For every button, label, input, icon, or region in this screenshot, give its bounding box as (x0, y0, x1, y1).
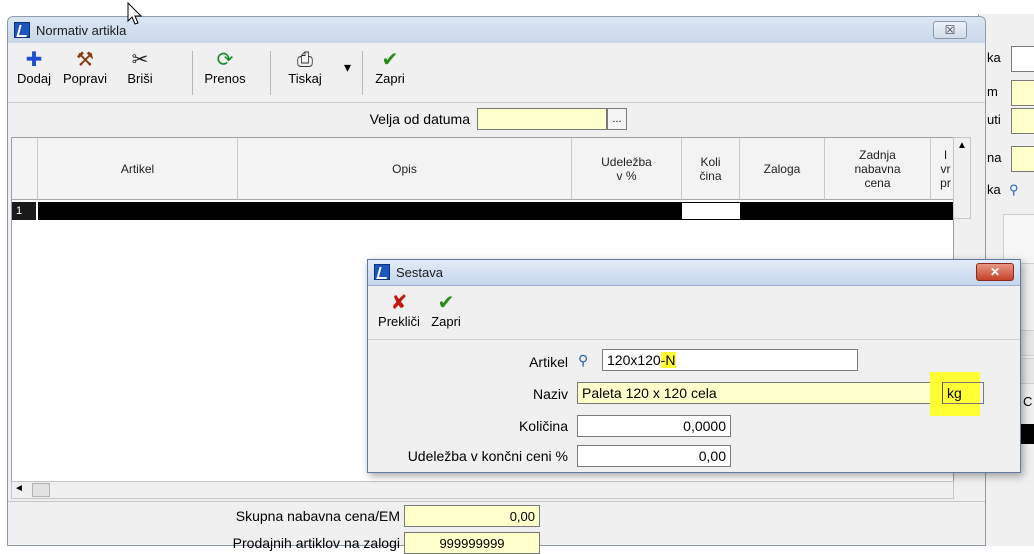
tiskaj-dropdown-icon[interactable]: ▾ (344, 59, 351, 76)
main-window-title: Normativ artikla (36, 23, 127, 38)
row-number[interactable]: 1 (12, 202, 36, 220)
table-row[interactable] (38, 202, 682, 220)
date-label: Velja od datuma (369, 111, 470, 127)
naziv-label: Naziv (532, 386, 568, 402)
bg-search-icon[interactable]: ⚲ (1009, 182, 1019, 198)
prenos-button[interactable]: ⟳ Prenos (198, 49, 252, 86)
column-header-artikel[interactable]: Artikel (38, 138, 238, 200)
toolbar-separator (362, 51, 363, 95)
main-close-button[interactable]: ☒ (933, 21, 967, 39)
zapri-label: Zapri (375, 71, 405, 86)
plus-icon: ✚ (25, 49, 43, 71)
artikel-value-suffix: -N (660, 352, 676, 368)
toolbar-separator (192, 51, 193, 95)
column-header-opis[interactable]: Opis (238, 138, 572, 200)
date-picker-button[interactable]: ... (607, 108, 627, 130)
printer-icon: ⎙ (297, 49, 313, 71)
naziv-input[interactable]: Paleta 120 x 120 cela (577, 382, 941, 404)
preklici-button[interactable]: ✘ Prekliči (374, 292, 424, 329)
dodaj-button[interactable]: ✚ Dodaj (14, 49, 54, 86)
horizontal-scrollbar[interactable]: ◄ (11, 481, 954, 499)
prenos-label: Prenos (204, 71, 246, 86)
bg-field-4[interactable] (1011, 146, 1034, 172)
brisi-button[interactable]: ✂ Briši (120, 49, 160, 86)
dialog-toolbar: ✘ Prekliči ✔ Zapri (368, 286, 1020, 340)
bg-label-2: m (987, 84, 998, 99)
bg-field-2[interactable] (1011, 80, 1034, 106)
app-icon (14, 22, 30, 38)
bg-label-5: ka (987, 182, 1001, 197)
dialog-zapri-button[interactable]: ✔ Zapri (426, 292, 466, 329)
table-row-tail[interactable] (740, 202, 953, 220)
preklici-label: Prekliči (378, 314, 420, 329)
cancel-x-icon: ✘ (390, 292, 408, 314)
kolicina-label: Količina (518, 418, 568, 434)
bg-label-c: C (1023, 394, 1033, 409)
udelezba-label: Udeležba v končni ceni % (407, 448, 568, 464)
artikel-value: 120x120 (607, 352, 661, 368)
popravi-label: Popravi (62, 71, 108, 86)
scroll-up-icon[interactable]: ▲ (954, 138, 970, 154)
unit-input[interactable]: kg (942, 382, 984, 404)
tiskaj-label: Tiskaj (288, 71, 322, 86)
search-icon[interactable]: ⚲ (578, 352, 588, 369)
bg-label-3: uti (987, 112, 1001, 127)
bg-label-1: ka (987, 50, 1001, 65)
total-label: Skupna nabavna cena/EM (235, 508, 400, 524)
popravi-button[interactable]: ⚒ Popravi (58, 49, 112, 86)
total-value: 0,00 (404, 505, 540, 527)
tiskaj-button[interactable]: ⎙ Tiskaj (280, 49, 330, 86)
column-header-kolicina[interactable]: Koli čina (682, 138, 740, 200)
transfer-icon: ⟳ (216, 49, 234, 71)
date-row: Velja od datuma ... (8, 104, 985, 134)
stock-label: Prodajnih artiklov na zalogi (232, 535, 400, 551)
column-header-zaloga[interactable]: Zaloga (740, 138, 825, 200)
mouse-cursor-icon (127, 2, 143, 25)
bg-field-3[interactable] (1011, 108, 1034, 134)
table-cell-kolicina[interactable] (682, 202, 740, 220)
hammer-icon: ⚒ (76, 49, 94, 71)
column-header-udelezba[interactable]: Udeležba v % (572, 138, 682, 200)
stock-value: 999999999 (404, 532, 540, 554)
bg-field-1[interactable] (1011, 46, 1034, 72)
bg-panel (1003, 214, 1034, 264)
scissors-icon: ✂ (131, 49, 149, 71)
sestava-dialog: Sestava ✕ ✘ Prekliči ✔ Zapri Artikel ⚲ 1… (367, 259, 1021, 473)
udelezba-input[interactable]: 0,00 (577, 445, 731, 467)
vertical-scrollbar[interactable]: ▲ (953, 137, 971, 219)
kolicina-input[interactable]: 0,0000 (577, 415, 731, 437)
main-toolbar: ✚ Dodaj ⚒ Popravi ✂ Briši ⟳ Prenos ⎙ Tis… (8, 43, 985, 103)
checkmark-icon: ✔ (381, 49, 399, 71)
dialog-close-button[interactable]: ✕ (976, 263, 1014, 281)
toolbar-separator (270, 51, 271, 95)
main-titlebar[interactable]: Normativ artikla ☒ (8, 17, 985, 43)
dialog-title: Sestava (396, 265, 443, 280)
dialog-zapri-label: Zapri (431, 314, 461, 329)
footer-panel: Skupna nabavna cena/EM 0,00 Prodajnih ar… (8, 501, 985, 554)
column-header-vrednost[interactable]: I vr pr (931, 138, 953, 200)
checkmark-icon: ✔ (437, 292, 455, 314)
scroll-left-icon[interactable]: ◄ (14, 483, 24, 494)
column-header-zadnja-nabavna-cena[interactable]: Zadnja nabavna cena (825, 138, 931, 200)
zapri-button[interactable]: ✔ Zapri (368, 49, 412, 86)
brisi-label: Briši (127, 71, 153, 86)
grid-corner (12, 138, 38, 200)
artikel-input[interactable]: 120x120-N (602, 349, 858, 371)
dialog-app-icon (374, 264, 390, 280)
scroll-thumb[interactable] (32, 483, 50, 497)
date-input[interactable] (477, 108, 607, 130)
dodaj-label: Dodaj (17, 71, 51, 86)
artikel-label: Artikel (529, 354, 568, 370)
dialog-titlebar[interactable]: Sestava ✕ (368, 260, 1020, 286)
bg-label-4: na (987, 150, 1002, 165)
